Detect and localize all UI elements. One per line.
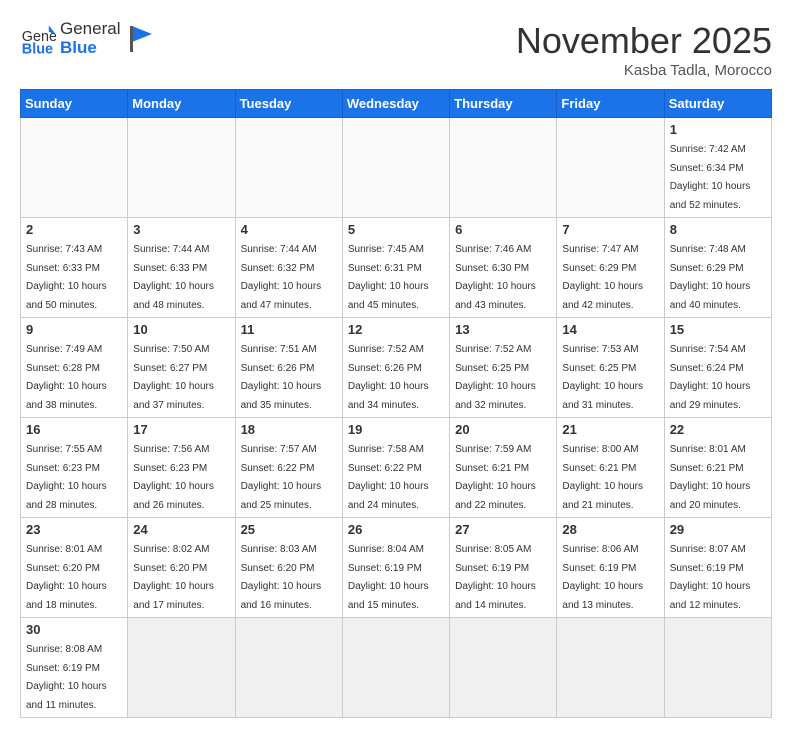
day-7: 7 Sunrise: 7:47 AMSunset: 6:29 PMDayligh… (557, 218, 664, 318)
empty-cell-30-6 (557, 618, 664, 718)
header-monday: Monday (128, 90, 235, 118)
day-5: 5 Sunrise: 7:45 AMSunset: 6:31 PMDayligh… (342, 218, 449, 318)
day-24: 24 Sunrise: 8:02 AMSunset: 6:20 PMDaylig… (128, 518, 235, 618)
calendar-row-5: 23 Sunrise: 8:01 AMSunset: 6:20 PMDaylig… (21, 518, 772, 618)
empty-cell-30-3 (235, 618, 342, 718)
day-18: 18 Sunrise: 7:57 AMSunset: 6:22 PMDaylig… (235, 418, 342, 518)
day-29: 29 Sunrise: 8:07 AMSunset: 6:19 PMDaylig… (664, 518, 771, 618)
header-sunday: Sunday (21, 90, 128, 118)
calendar-row-3: 9 Sunrise: 7:49 AMSunset: 6:28 PMDayligh… (21, 318, 772, 418)
day-26: 26 Sunrise: 8:04 AMSunset: 6:19 PMDaylig… (342, 518, 449, 618)
title-block: November 2025 Kasba Tadla, Morocco (516, 20, 772, 79)
day-28: 28 Sunrise: 8:06 AMSunset: 6:19 PMDaylig… (557, 518, 664, 618)
calendar-row-6: 30 Sunrise: 8:08 AMSunset: 6:19 PMDaylig… (21, 618, 772, 718)
day-4: 4 Sunrise: 7:44 AMSunset: 6:32 PMDayligh… (235, 218, 342, 318)
day-9: 9 Sunrise: 7:49 AMSunset: 6:28 PMDayligh… (21, 318, 128, 418)
calendar-table: Sunday Monday Tuesday Wednesday Thursday… (20, 89, 772, 718)
calendar-row-1: 1 Sunrise: 7:42 AMSunset: 6:34 PMDayligh… (21, 118, 772, 218)
empty-cell-30-5 (450, 618, 557, 718)
logo-general: General (60, 20, 120, 39)
day-16: 16 Sunrise: 7:55 AMSunset: 6:23 PMDaylig… (21, 418, 128, 518)
day-12: 12 Sunrise: 7:52 AMSunset: 6:26 PMDaylig… (342, 318, 449, 418)
day-23: 23 Sunrise: 8:01 AMSunset: 6:20 PMDaylig… (21, 518, 128, 618)
logo-icon: General Blue (20, 21, 56, 57)
month-title: November 2025 (516, 20, 772, 62)
day-1: 1 Sunrise: 7:42 AMSunset: 6:34 PMDayligh… (664, 118, 771, 218)
empty-cell-30-2 (128, 618, 235, 718)
day-11: 11 Sunrise: 7:51 AMSunset: 6:26 PMDaylig… (235, 318, 342, 418)
day-19: 19 Sunrise: 7:58 AMSunset: 6:22 PMDaylig… (342, 418, 449, 518)
calendar-row-4: 16 Sunrise: 7:55 AMSunset: 6:23 PMDaylig… (21, 418, 772, 518)
day-15: 15 Sunrise: 7:54 AMSunset: 6:24 PMDaylig… (664, 318, 771, 418)
day-20: 20 Sunrise: 7:59 AMSunset: 6:21 PMDaylig… (450, 418, 557, 518)
logo-blue: Blue (60, 39, 120, 58)
empty-cell (128, 118, 235, 218)
logo-flag-icon (124, 24, 154, 54)
header-wednesday: Wednesday (342, 90, 449, 118)
day-10: 10 Sunrise: 7:50 AMSunset: 6:27 PMDaylig… (128, 318, 235, 418)
empty-cell-30-7 (664, 618, 771, 718)
day-30: 30 Sunrise: 8:08 AMSunset: 6:19 PMDaylig… (21, 618, 128, 718)
day-14: 14 Sunrise: 7:53 AMSunset: 6:25 PMDaylig… (557, 318, 664, 418)
header-tuesday: Tuesday (235, 90, 342, 118)
empty-cell (21, 118, 128, 218)
day-2: 2 Sunrise: 7:43 AMSunset: 6:33 PMDayligh… (21, 218, 128, 318)
day-13: 13 Sunrise: 7:52 AMSunset: 6:25 PMDaylig… (450, 318, 557, 418)
header-friday: Friday (557, 90, 664, 118)
day-21: 21 Sunrise: 8:00 AMSunset: 6:21 PMDaylig… (557, 418, 664, 518)
header-saturday: Saturday (664, 90, 771, 118)
header-thursday: Thursday (450, 90, 557, 118)
empty-cell (450, 118, 557, 218)
day-25: 25 Sunrise: 8:03 AMSunset: 6:20 PMDaylig… (235, 518, 342, 618)
day-6: 6 Sunrise: 7:46 AMSunset: 6:30 PMDayligh… (450, 218, 557, 318)
calendar-row-2: 2 Sunrise: 7:43 AMSunset: 6:33 PMDayligh… (21, 218, 772, 318)
location-subtitle: Kasba Tadla, Morocco (516, 62, 772, 79)
page-header: General Blue General Blue November 2025 … (20, 20, 772, 79)
day-8: 8 Sunrise: 7:48 AMSunset: 6:29 PMDayligh… (664, 218, 771, 318)
day-3: 3 Sunrise: 7:44 AMSunset: 6:33 PMDayligh… (128, 218, 235, 318)
svg-text:Blue: Blue (22, 41, 53, 57)
day-27: 27 Sunrise: 8:05 AMSunset: 6:19 PMDaylig… (450, 518, 557, 618)
logo: General Blue General Blue (20, 20, 154, 57)
empty-cell (342, 118, 449, 218)
weekday-header-row: Sunday Monday Tuesday Wednesday Thursday… (21, 90, 772, 118)
empty-cell (557, 118, 664, 218)
empty-cell (235, 118, 342, 218)
day-17: 17 Sunrise: 7:56 AMSunset: 6:23 PMDaylig… (128, 418, 235, 518)
day-22: 22 Sunrise: 8:01 AMSunset: 6:21 PMDaylig… (664, 418, 771, 518)
empty-cell-30-4 (342, 618, 449, 718)
